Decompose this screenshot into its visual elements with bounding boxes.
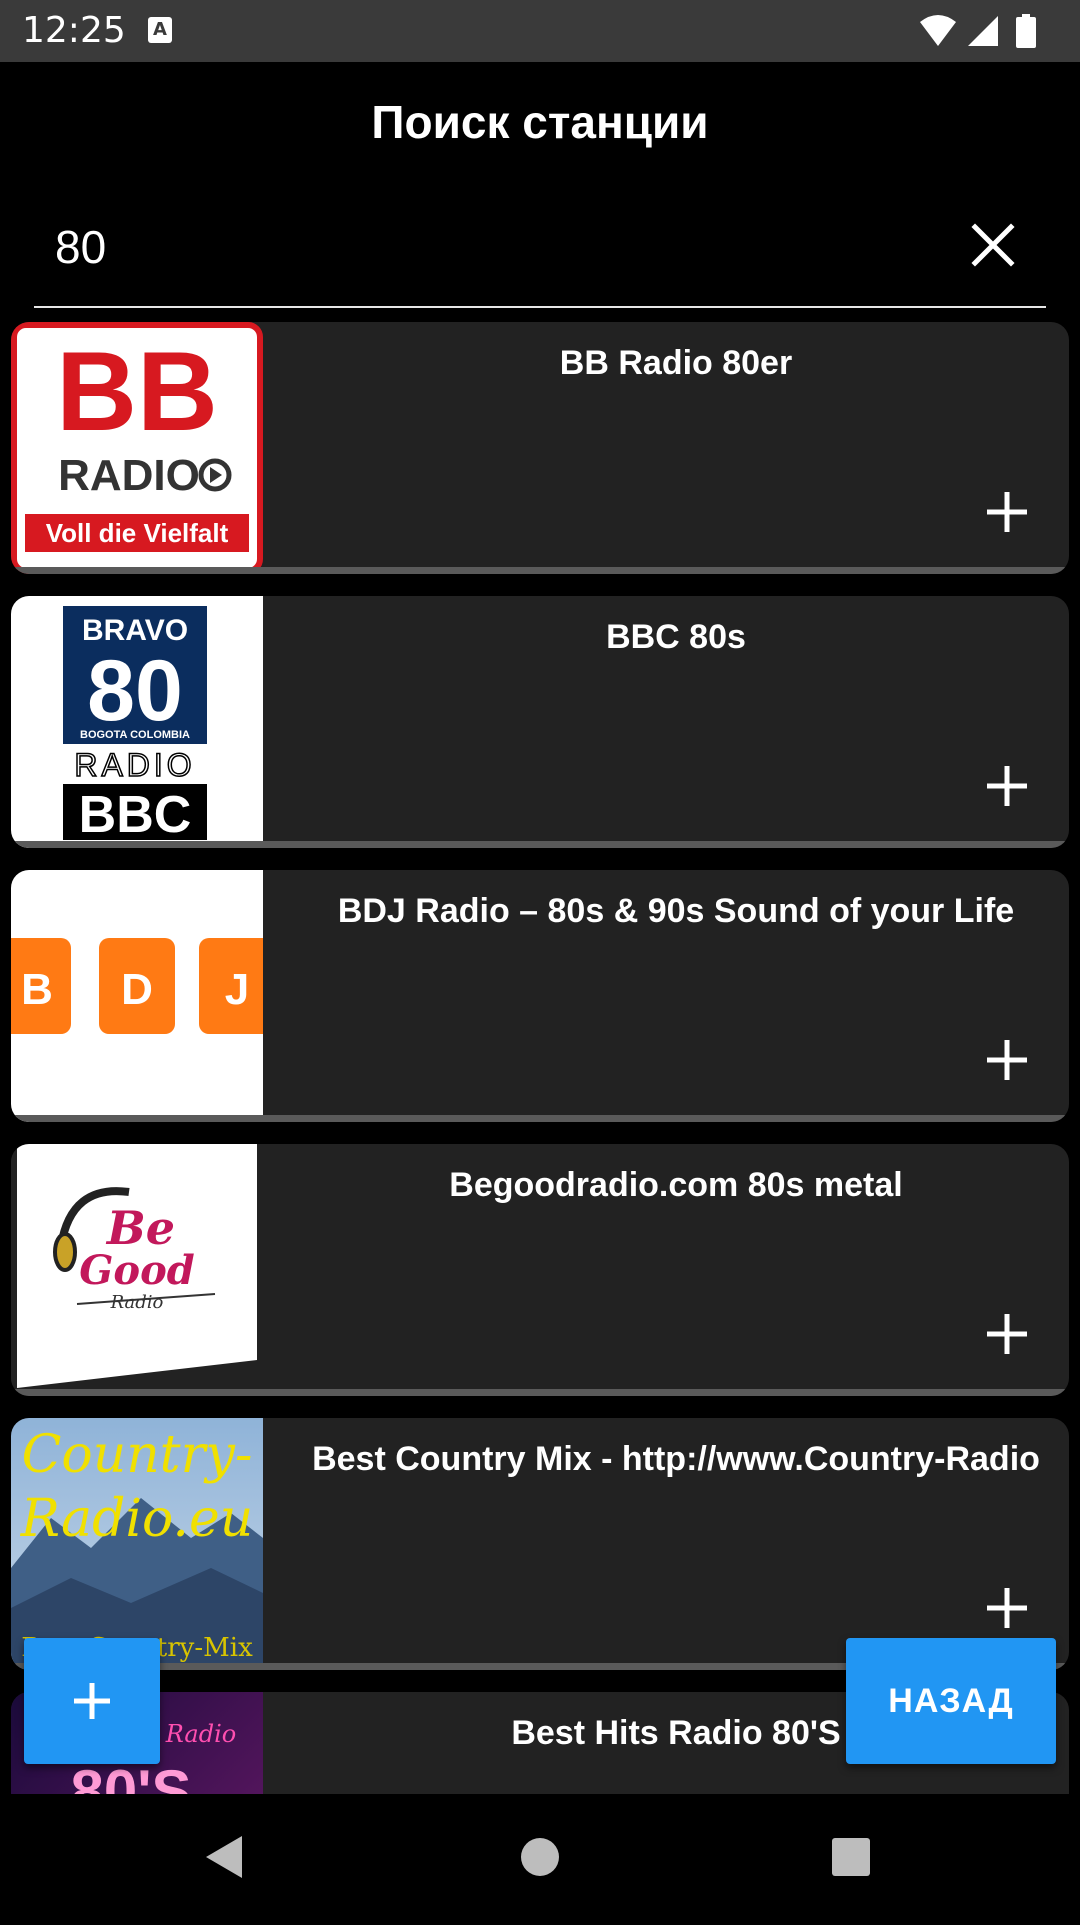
station-logo: BB RADIO Voll die Vielfalt xyxy=(11,322,263,574)
logo-text: Good xyxy=(79,1247,195,1294)
status-time: 12:25 xyxy=(22,10,126,51)
station-name: Best Country Mix - http://www.Country-Ra… xyxy=(312,1440,1040,1478)
back-triangle-icon[interactable] xyxy=(206,1836,242,1878)
back-button[interactable]: НАЗАД xyxy=(846,1638,1056,1764)
logo-text: Voll die Vielfalt xyxy=(46,518,229,548)
notification-icon: A xyxy=(148,17,172,43)
plus-icon xyxy=(987,492,1027,532)
page-title: Поиск станции xyxy=(371,96,709,148)
logo-text: Radio xyxy=(110,1292,164,1313)
logo-text: J xyxy=(225,965,249,1014)
station-name: BDJ Radio – 80s & 90s Sound of your Life xyxy=(337,892,1015,930)
logo-text: Radio.eu xyxy=(20,1489,253,1549)
station-name: BBC 80s xyxy=(606,618,746,656)
add-custom-station-button[interactable] xyxy=(24,1638,160,1764)
logo-text: Radio xyxy=(165,1720,236,1748)
logo-text: Country- xyxy=(22,1425,253,1485)
plus-icon xyxy=(987,1314,1027,1354)
logo-text: 80 xyxy=(87,643,183,739)
logo-text: BBC xyxy=(79,786,192,844)
navigation-bar xyxy=(0,1794,1080,1920)
logo-text: RADIO xyxy=(58,451,200,500)
recents-square-icon[interactable] xyxy=(832,1838,870,1876)
plus-icon xyxy=(74,1683,110,1719)
add-station-button[interactable] xyxy=(985,764,1029,808)
plus-icon xyxy=(987,1588,1027,1628)
search-input[interactable]: 80 xyxy=(55,220,106,274)
logo-text: BB xyxy=(56,329,218,454)
station-logo: BRAVO 80 BOGOTA COLOMBIA RADIO BBC xyxy=(11,596,263,848)
clear-search-button[interactable] xyxy=(966,218,1020,272)
station-list[interactable]: BB RADIO Voll die Vielfalt BB Radio 80er… xyxy=(0,318,1080,1794)
logo-text: D xyxy=(121,965,153,1014)
station-card[interactable]: B D J BDJ Radio – 80s & 90s Sound of you… xyxy=(11,870,1069,1122)
station-card[interactable]: BRAVO 80 BOGOTA COLOMBIA RADIO BBC BBC 8… xyxy=(11,596,1069,848)
status-bar: 12:25 A xyxy=(0,0,1080,62)
logo-text: BOGOTA COLOMBIA xyxy=(80,729,190,741)
station-logo: B D J xyxy=(11,870,263,1122)
search-underline xyxy=(34,306,1046,308)
station-card[interactable]: BB RADIO Voll die Vielfalt BB Radio 80er xyxy=(11,322,1069,574)
status-icons xyxy=(918,12,1058,52)
add-station-button[interactable] xyxy=(985,1312,1029,1356)
add-station-button[interactable] xyxy=(985,1038,1029,1082)
home-circle-icon[interactable] xyxy=(521,1838,559,1876)
battery-icon xyxy=(1016,14,1036,48)
logo-text: RADIO xyxy=(74,747,195,783)
plus-icon xyxy=(987,1040,1027,1080)
station-card[interactable]: Be Good Radio Begoodradio.com 80s metal xyxy=(11,1144,1069,1396)
station-logo: Be Good Radio xyxy=(11,1144,263,1396)
plus-icon xyxy=(987,766,1027,806)
wifi-icon xyxy=(920,15,956,46)
logo-text: B xyxy=(21,965,53,1014)
add-station-button[interactable] xyxy=(985,1586,1029,1630)
station-name: BB Radio 80er xyxy=(559,344,793,382)
station-card[interactable]: Country- Radio.eu Best Country-Mix Best … xyxy=(11,1418,1069,1670)
close-icon xyxy=(971,223,1015,267)
signal-icon xyxy=(968,16,998,46)
station-logo: Country- Radio.eu Best Country-Mix xyxy=(11,1418,263,1670)
station-name: Begoodradio.com 80s metal xyxy=(449,1166,903,1204)
add-station-button[interactable] xyxy=(985,490,1029,534)
